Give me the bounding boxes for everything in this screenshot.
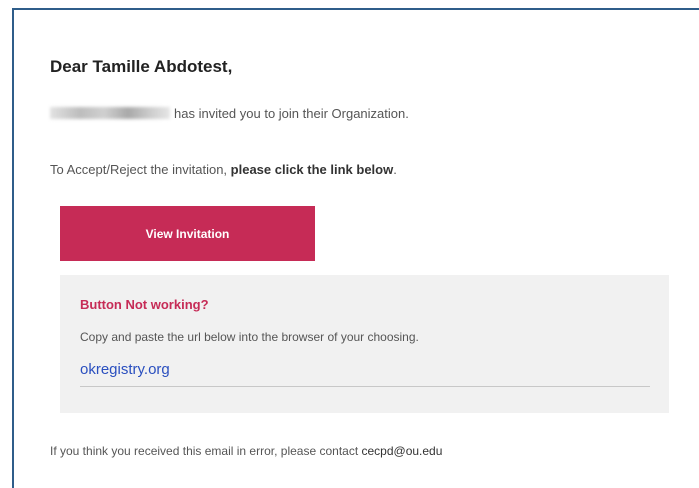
instruction-suffix: .: [393, 162, 397, 177]
invite-text: has invited you to join their Organizati…: [174, 106, 409, 121]
view-invitation-button[interactable]: View Invitation: [60, 206, 315, 261]
help-title: Button Not working?: [80, 297, 209, 312]
contact-email-link[interactable]: cecpd@ou.edu: [362, 444, 443, 458]
registry-link[interactable]: okregistry.org: [80, 361, 170, 378]
help-text: Copy and paste the url below into the br…: [80, 330, 419, 344]
email-greeting: Dear Tamille Abdotest,: [50, 57, 233, 76]
view-invitation-label: View Invitation: [145, 226, 230, 241]
instruction-emphasis: please click the link below: [230, 162, 394, 177]
invite-line: has invited you to join their Organizati…: [50, 106, 409, 121]
redacted-inviter-name: [50, 107, 170, 119]
help-divider: [80, 386, 650, 387]
footer-text: If you think you received this email in …: [50, 444, 362, 458]
instruction-prefix: To Accept/Reject the invitation,: [50, 162, 231, 177]
footer-line: If you think you received this email in …: [50, 444, 442, 458]
instruction-line: To Accept/Reject the invitation, please …: [50, 162, 397, 177]
help-box: Button Not working? Copy and paste the u…: [60, 275, 669, 413]
